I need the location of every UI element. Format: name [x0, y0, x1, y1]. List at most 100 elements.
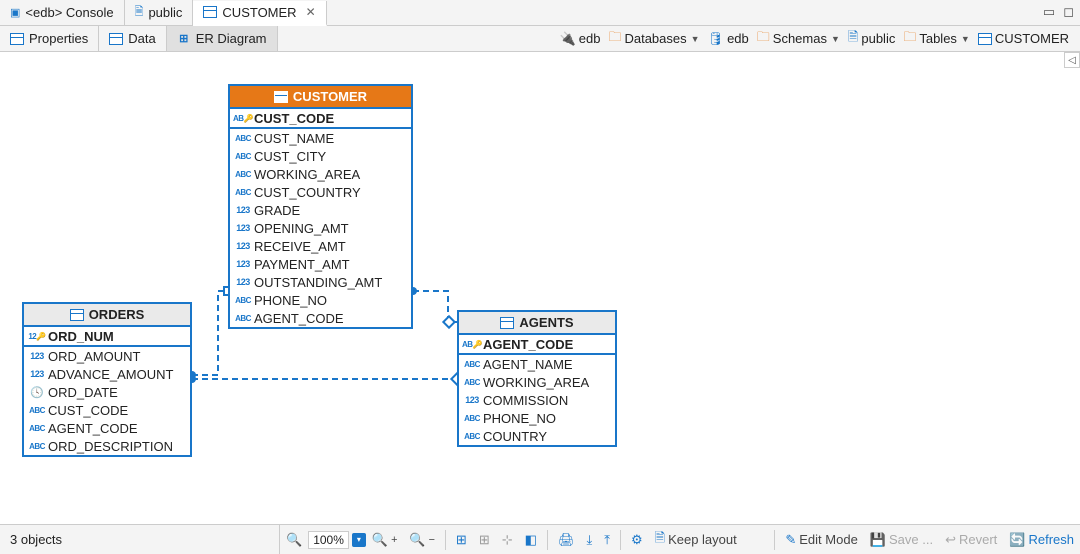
col-receive-amt[interactable]: RECEIVE_AMT [230, 237, 411, 255]
export-button[interactable]: ⤓ [580, 525, 598, 554]
revert-button[interactable]: ↩Revert [939, 525, 1003, 554]
col-agent-code[interactable]: AGENT_CODE [230, 309, 411, 327]
col-working-area-a[interactable]: WORKING_AREA [459, 373, 615, 391]
abc-icon [236, 149, 250, 163]
footer: 3 objects 🔍 100% ▾ 🔍+ 🔍− ⊞ ⊞ ⊹ ◧ 🖨 ⤓ ⤒ ⚙… [0, 524, 1080, 554]
crumb-databases[interactable]: 🗀Databases▼ [605, 28, 702, 50]
tab-public[interactable]: 🗎 public [125, 0, 194, 25]
col-opening-amt[interactable]: OPENING_AMT [230, 219, 411, 237]
col-ord-amount[interactable]: ORD_AMOUNT [24, 347, 190, 365]
zoom-in-button[interactable]: 🔍+ [366, 525, 404, 554]
notation-tool[interactable]: ◧ [519, 525, 543, 554]
tab-label: <edb> Console [25, 5, 113, 20]
zoom-dropdown-icon[interactable]: ▾ [352, 533, 366, 547]
entity-header[interactable]: AGENTS [459, 312, 615, 335]
col-outstanding-amt[interactable]: OUTSTANDING_AMT [230, 273, 411, 291]
abc-icon [465, 411, 479, 425]
zoom-control[interactable]: 100% ▾ [308, 531, 366, 549]
caret-icon: ▼ [691, 34, 700, 44]
abc-icon [30, 421, 44, 435]
grid-tool[interactable]: ⊞ [473, 525, 496, 554]
entity-orders[interactable]: ORDERS ORD_NUM ORD_AMOUNT ADVANCE_AMOUNT… [22, 302, 192, 457]
tab-label: CUSTOMER [222, 5, 296, 20]
table-icon [500, 317, 514, 329]
col-phone-no-a[interactable]: PHONE_NO [459, 409, 615, 427]
tab-customer[interactable]: CUSTOMER ✕ [193, 1, 326, 26]
col-agent-name[interactable]: AGENT_NAME [459, 355, 615, 373]
num-icon [30, 367, 44, 381]
abc-icon [30, 439, 44, 453]
search-button[interactable]: 🔍 [280, 525, 308, 554]
num-icon [465, 393, 479, 407]
abc-icon [236, 293, 250, 307]
col-grade[interactable]: GRADE [230, 201, 411, 219]
crumb-connection[interactable]: 🔌edb [557, 31, 604, 47]
tab-label: public [148, 5, 182, 20]
layout-tool-1[interactable]: ⊞ [450, 525, 473, 554]
sub-tabs-row: Properties Data ⊞ ER Diagram 🔌edb 🗀Datab… [0, 26, 1080, 52]
col-commission[interactable]: COMMISSION [459, 391, 615, 409]
abc-icon [465, 375, 479, 389]
import-button[interactable]: ⤒ [598, 525, 616, 554]
tab-console[interactable]: ▣ <edb> Console [0, 0, 125, 25]
col-agent-code-pk[interactable]: AGENT_CODE [459, 335, 615, 353]
tab-properties[interactable]: Properties [0, 26, 99, 51]
settings-button[interactable]: ⚙ [625, 525, 649, 554]
entity-header[interactable]: ORDERS [24, 304, 190, 327]
col-country[interactable]: COUNTRY [459, 427, 615, 445]
abc-icon [30, 403, 44, 417]
zoom-out-button[interactable]: 🔍− [403, 525, 441, 554]
crumb-tables[interactable]: 🗀Tables▼ [900, 28, 973, 50]
col-cust-code-fk[interactable]: CUST_CODE [24, 401, 190, 419]
entity-header[interactable]: CUSTOMER [230, 86, 411, 109]
col-cust-name[interactable]: CUST_NAME [230, 129, 411, 147]
table-icon [70, 309, 84, 321]
editor-tabs: ▣ <edb> Console 🗎 public CUSTOMER ✕ ▭ ◻ [0, 0, 1080, 26]
pk-abc-icon [465, 337, 479, 351]
num-icon [30, 349, 44, 363]
connector-tool[interactable]: ⊹ [496, 525, 519, 554]
crumb-schemas[interactable]: 🗀Schemas▼ [754, 28, 843, 50]
caret-icon: ▼ [831, 34, 840, 44]
crumb-schema[interactable]: 🗎public [845, 28, 898, 50]
tab-er-diagram[interactable]: ⊞ ER Diagram [167, 26, 278, 51]
close-icon[interactable]: ✕ [306, 5, 316, 19]
save-button[interactable]: 💾Save ... [864, 525, 939, 554]
crumb-table[interactable]: CUSTOMER [975, 31, 1072, 46]
col-working-area[interactable]: WORKING_AREA [230, 165, 411, 183]
pk-num-icon [30, 329, 44, 343]
abc-icon [465, 357, 479, 371]
minimize-icon[interactable]: ▭ [1043, 4, 1055, 20]
col-phone-no[interactable]: PHONE_NO [230, 291, 411, 309]
maximize-icon[interactable]: ◻ [1063, 4, 1074, 20]
col-agent-code-fk[interactable]: AGENT_CODE [24, 419, 190, 437]
abc-icon [236, 311, 250, 325]
refresh-button[interactable]: 🔄Refresh [1003, 525, 1080, 554]
entity-customer[interactable]: CUSTOMER CUST_CODE CUST_NAME CUST_CITY W… [228, 84, 413, 329]
keep-layout-button[interactable]: 🗎Keep layout [649, 525, 743, 554]
col-cust-city[interactable]: CUST_CITY [230, 147, 411, 165]
window-controls: ▭ ◻ [1043, 4, 1074, 20]
table-icon [203, 6, 217, 18]
print-button[interactable]: 🖨 [552, 525, 581, 554]
tab-data[interactable]: Data [99, 26, 166, 51]
col-cust-code[interactable]: CUST_CODE [230, 109, 411, 127]
date-icon: 🕓 [30, 385, 44, 399]
col-payment-amt[interactable]: PAYMENT_AMT [230, 255, 411, 273]
table-icon [274, 91, 288, 103]
abc-icon [465, 429, 479, 443]
col-advance-amount[interactable]: ADVANCE_AMOUNT [24, 365, 190, 383]
crumb-database[interactable]: 🛢edb [705, 31, 752, 47]
collapse-icon[interactable]: ◁ [1064, 52, 1080, 68]
col-ord-date[interactable]: 🕓ORD_DATE [24, 383, 190, 401]
abc-icon [236, 131, 250, 145]
breadcrumb: 🔌edb 🗀Databases▼ 🛢edb 🗀Schemas▼ 🗎public … [557, 28, 1080, 50]
col-ord-description[interactable]: ORD_DESCRIPTION [24, 437, 190, 455]
col-ord-num[interactable]: ORD_NUM [24, 327, 190, 345]
er-canvas[interactable]: ◁ CUSTOMER CUST_CODE CUST_NAME CUST_CITY… [0, 52, 1080, 524]
zoom-value: 100% [308, 531, 349, 549]
num-icon [236, 239, 250, 253]
entity-agents[interactable]: AGENTS AGENT_CODE AGENT_NAME WORKING_ARE… [457, 310, 617, 447]
edit-mode-button[interactable]: ✎Edit Mode [779, 525, 863, 554]
col-cust-country[interactable]: CUST_COUNTRY [230, 183, 411, 201]
